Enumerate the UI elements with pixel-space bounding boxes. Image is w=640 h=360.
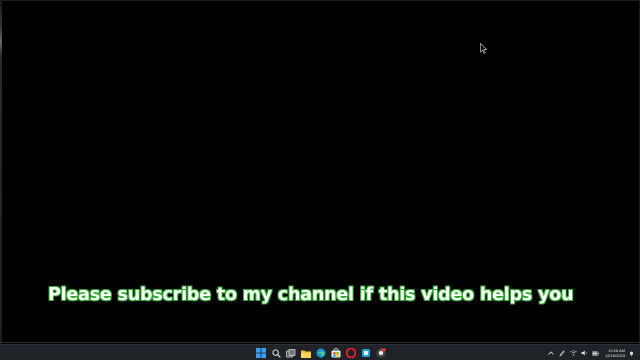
window-bottom-edge [0, 342, 640, 343]
opera-icon[interactable] [345, 347, 357, 359]
mouse-cursor-icon [480, 43, 488, 54]
video-frame: Please subscribe to my channel if this v… [0, 0, 640, 345]
notification-bell-icon[interactable] [629, 351, 634, 356]
battery-icon[interactable] [592, 350, 599, 357]
taskbar: 10:26 AM 12/16/2023 [0, 344, 640, 360]
chrome-icon[interactable] [375, 347, 387, 359]
chevron-up-icon[interactable] [548, 350, 555, 357]
file-explorer-icon[interactable] [300, 347, 312, 359]
store-icon[interactable] [330, 347, 342, 359]
task-view-icon[interactable] [285, 347, 297, 359]
taskbar-pinned-apps [255, 347, 387, 359]
taskbar-clock[interactable]: 10:26 AM 12/16/2023 [605, 348, 625, 358]
search-icon[interactable] [270, 347, 282, 359]
wifi-icon[interactable] [570, 350, 577, 357]
tool-icon[interactable] [360, 347, 372, 359]
windows-start-icon[interactable] [255, 347, 267, 359]
clock-date: 12/16/2023 [604, 353, 625, 358]
system-tray: 10:26 AM 12/16/2023 [548, 345, 634, 360]
video-caption: Please subscribe to my channel if this v… [48, 285, 574, 305]
pen-icon[interactable] [559, 350, 566, 357]
edge-icon[interactable] [315, 347, 327, 359]
volume-icon[interactable] [581, 350, 588, 357]
